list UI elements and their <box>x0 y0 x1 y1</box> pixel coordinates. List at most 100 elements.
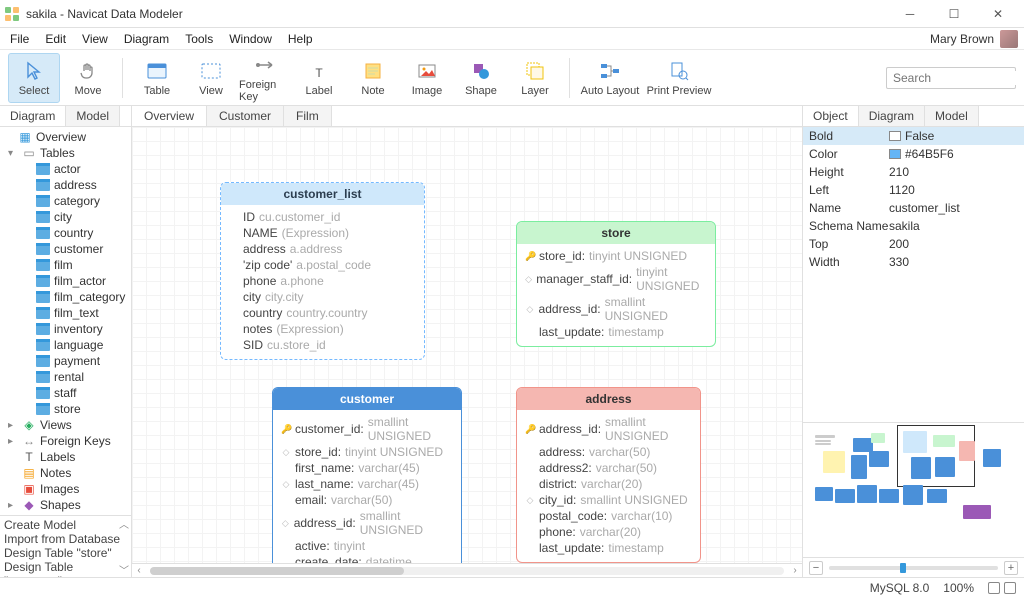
tree-table-country[interactable]: country <box>0 225 131 241</box>
tree-shapes[interactable]: ▸◆Shapes <box>0 497 131 513</box>
search-box[interactable]: ⌕ <box>886 67 1016 89</box>
tool-print-preview[interactable]: Print Preview <box>644 53 714 103</box>
tree-table-staff[interactable]: staff <box>0 385 131 401</box>
field-name: phone: <box>539 525 576 539</box>
menu-edit[interactable]: Edit <box>37 30 74 48</box>
zoom-out[interactable]: − <box>809 561 823 575</box>
canvas-tab-overview[interactable]: Overview <box>132 106 207 126</box>
key-icon: 🔑 <box>281 424 291 435</box>
field-name: last_name: <box>295 477 354 491</box>
tree-table-address[interactable]: address <box>0 177 131 193</box>
tool-move[interactable]: Move <box>62 53 114 103</box>
minimize-button[interactable]: ─ <box>888 0 932 28</box>
tool-layer[interactable]: Layer <box>509 53 561 103</box>
prop-bold[interactable]: BoldFalse <box>803 127 1024 145</box>
tree-labels[interactable]: TLabels <box>0 449 131 465</box>
search-input[interactable] <box>893 71 1024 85</box>
recent-scroll-up[interactable]: ︿ <box>119 516 129 531</box>
close-button[interactable]: ✕ <box>976 0 1020 28</box>
entity-store[interactable]: store 🔑store_id: tinyint UNSIGNED◇manage… <box>516 221 716 347</box>
field-type: smallint UNSIGNED <box>580 493 687 507</box>
tree-tables[interactable]: ▾▭Tables <box>0 145 131 161</box>
tool-auto-layout[interactable]: Auto Layout <box>578 53 642 103</box>
avatar[interactable] <box>1000 30 1018 48</box>
tree-table-customer[interactable]: customer <box>0 241 131 257</box>
tree-table-category[interactable]: category <box>0 193 131 209</box>
menu-tools[interactable]: Tools <box>177 30 221 48</box>
recent-item[interactable]: Import from Database <box>4 532 127 546</box>
prop-width[interactable]: Width330 <box>803 253 1024 271</box>
tree-notes[interactable]: ▤Notes <box>0 465 131 481</box>
field-name: address_id: <box>539 422 601 436</box>
tree-table-store[interactable]: store <box>0 401 131 417</box>
canvas[interactable]: customer_list ID cu.customer_idNAME (Exp… <box>132 127 802 563</box>
entity-field: ◇address_id: smallint UNSIGNED <box>525 294 707 324</box>
image-icon <box>415 59 439 83</box>
menu-view[interactable]: View <box>74 30 116 48</box>
tool-table[interactable]: Table <box>131 53 183 103</box>
prop-left[interactable]: Left1120 <box>803 181 1024 199</box>
prop-color[interactable]: Color#64B5F6 <box>803 145 1024 163</box>
zoom-in[interactable]: + <box>1004 561 1018 575</box>
tree-table-payment[interactable]: payment <box>0 353 131 369</box>
menu-diagram[interactable]: Diagram <box>116 30 177 48</box>
status-icon-1[interactable] <box>988 582 1000 594</box>
tree-table-film-actor[interactable]: film_actor <box>0 273 131 289</box>
right-tab-diagram[interactable]: Diagram <box>859 106 925 126</box>
scroll-left[interactable]: ‹ <box>132 565 146 576</box>
prop-height[interactable]: Height210 <box>803 163 1024 181</box>
menu-window[interactable]: Window <box>221 30 280 48</box>
tool-image[interactable]: Image <box>401 53 453 103</box>
tree-table-inventory[interactable]: inventory <box>0 321 131 337</box>
recent-scroll-down[interactable]: ﹀ <box>119 562 129 577</box>
statusbar: MySQL 8.0 100% <box>0 577 1024 597</box>
entity-customer[interactable]: customer 🔑customer_id: smallint UNSIGNED… <box>272 387 462 563</box>
tool-view[interactable]: View <box>185 53 237 103</box>
tree-table-city[interactable]: city <box>0 209 131 225</box>
entity-field: ID cu.customer_id <box>229 209 416 225</box>
horizontal-scrollbar[interactable] <box>146 567 788 575</box>
entity-customer-list[interactable]: customer_list ID cu.customer_idNAME (Exp… <box>220 182 425 360</box>
recent-item[interactable]: Create Model <box>4 518 127 532</box>
canvas-tab-customer[interactable]: Customer <box>207 106 284 126</box>
tool-select[interactable]: Select <box>8 53 60 103</box>
tree-overview[interactable]: ▦Overview <box>0 129 131 145</box>
tree-images[interactable]: ▣Images <box>0 481 131 497</box>
field-type: (Expression) <box>282 226 349 240</box>
cursor-icon <box>22 59 46 83</box>
prop-top[interactable]: Top200 <box>803 235 1024 253</box>
tree-table-film-text[interactable]: film_text <box>0 305 131 321</box>
tool-label[interactable]: T Label <box>293 53 345 103</box>
entity-address[interactable]: address 🔑address_id: smallint UNSIGNEDad… <box>516 387 701 563</box>
right-tab-model[interactable]: Model <box>925 106 979 126</box>
tree-table-rental[interactable]: rental <box>0 369 131 385</box>
tree-views[interactable]: ▸◈Views <box>0 417 131 433</box>
left-tab-diagram[interactable]: Diagram <box>0 106 66 126</box>
tool-note[interactable]: Note <box>347 53 399 103</box>
entity-field: country country.country <box>229 305 416 321</box>
zoom-slider[interactable] <box>829 566 998 570</box>
tool-shape[interactable]: Shape <box>455 53 507 103</box>
status-icon-2[interactable] <box>1004 582 1016 594</box>
user-name[interactable]: Mary Brown <box>924 32 1000 46</box>
tool-foreign-key[interactable]: Foreign Key <box>239 53 291 103</box>
left-tab-model[interactable]: Model <box>66 106 120 126</box>
right-panel: Object Diagram Model BoldFalse Color#64B… <box>802 106 1024 577</box>
tree-table-language[interactable]: language <box>0 337 131 353</box>
tree-table-film[interactable]: film <box>0 257 131 273</box>
menu-help[interactable]: Help <box>280 30 321 48</box>
prop-name[interactable]: Namecustomer_list <box>803 199 1024 217</box>
menu-file[interactable]: File <box>2 30 37 48</box>
canvas-tab-film[interactable]: Film <box>284 106 332 126</box>
right-tab-object[interactable]: Object <box>803 106 859 126</box>
recent-item[interactable]: Design Table "customer" <box>4 560 127 577</box>
field-type: smallint UNSIGNED <box>360 509 453 537</box>
minimap[interactable] <box>803 422 1024 557</box>
tree-foreign-keys[interactable]: ▸↔Foreign Keys <box>0 433 131 449</box>
prop-schema[interactable]: Schema Namesakila <box>803 217 1024 235</box>
tree-table-film-category[interactable]: film_category <box>0 289 131 305</box>
scroll-right[interactable]: › <box>788 565 802 576</box>
tree-table-actor[interactable]: actor <box>0 161 131 177</box>
recent-item[interactable]: Design Table "store" <box>4 546 127 560</box>
maximize-button[interactable]: ☐ <box>932 0 976 28</box>
